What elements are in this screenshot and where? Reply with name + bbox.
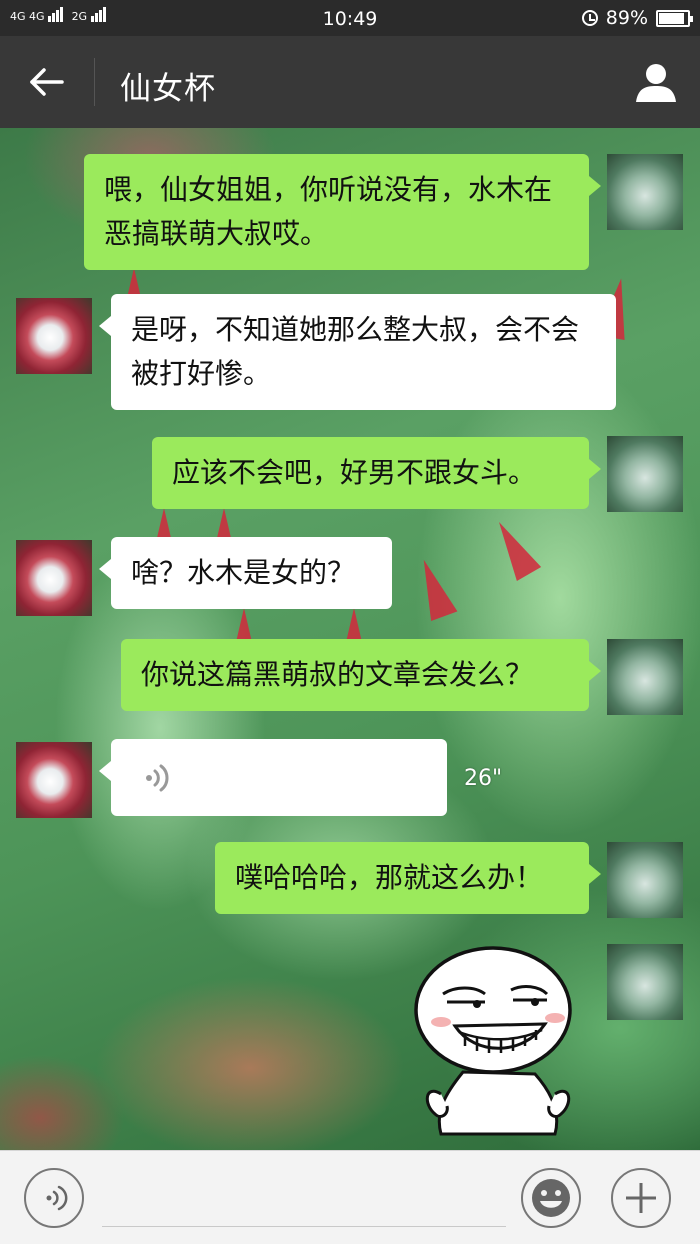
input-bar bbox=[0, 1150, 700, 1244]
voice-wave-icon bbox=[146, 764, 169, 792]
voice-duration: 26" bbox=[464, 766, 503, 791]
contact-avatar[interactable] bbox=[16, 298, 92, 374]
contact-avatar[interactable] bbox=[16, 540, 92, 616]
person-icon bbox=[636, 64, 676, 102]
message-bubble-received[interactable]: 是呀，不知道她那么整大叔，会不会被打好惨。 bbox=[99, 294, 616, 410]
message-bubble-sent[interactable]: 应该不会吧，好男不跟女斗。 bbox=[152, 437, 601, 509]
more-button[interactable] bbox=[611, 1168, 671, 1228]
my-avatar[interactable] bbox=[607, 154, 683, 230]
voice-icon bbox=[46, 1185, 68, 1211]
status-bar: 4G 4G 2G 10:49 89% bbox=[0, 0, 700, 36]
my-avatar[interactable] bbox=[607, 842, 683, 918]
profile-button[interactable] bbox=[634, 60, 678, 104]
emoji-button[interactable] bbox=[521, 1168, 581, 1228]
voice-message-bubble[interactable] bbox=[99, 739, 447, 816]
message-bubble-received[interactable]: 啥？水木是女的？ bbox=[99, 537, 392, 609]
status-right: 89% bbox=[581, 7, 693, 29]
title-bar: 仙女杯 bbox=[0, 36, 700, 128]
voice-input-button[interactable] bbox=[24, 1168, 84, 1228]
battery-percent: 89% bbox=[605, 7, 648, 29]
title-divider bbox=[94, 58, 95, 106]
message-bubble-sent[interactable]: 你说这篇黑萌叔的文章会发么？ bbox=[121, 639, 601, 711]
contact-avatar[interactable] bbox=[16, 742, 92, 818]
chat-title: 仙女杯 bbox=[120, 71, 216, 107]
back-button[interactable] bbox=[20, 60, 74, 104]
message-bubble-sent[interactable]: 喂，仙女姐姐，你听说没有，水木在恶搞联萌大叔哎。 bbox=[84, 154, 601, 270]
bg-spike bbox=[486, 515, 542, 581]
back-arrow-icon bbox=[30, 68, 64, 96]
smirking-face-sticker[interactable] bbox=[405, 944, 585, 1136]
my-avatar[interactable] bbox=[607, 639, 683, 715]
message-bubble-sent[interactable]: 噗哈哈哈，那就这么办！ bbox=[215, 842, 601, 914]
my-avatar[interactable] bbox=[607, 944, 683, 1020]
emoji-icon bbox=[532, 1179, 570, 1217]
alarm-icon bbox=[581, 10, 598, 26]
plus-icon bbox=[626, 1183, 656, 1213]
my-avatar[interactable] bbox=[607, 436, 683, 512]
battery-icon bbox=[656, 9, 693, 27]
message-input[interactable] bbox=[102, 1169, 506, 1227]
bg-spike bbox=[410, 555, 458, 621]
battery-fill bbox=[659, 12, 684, 24]
chat-area[interactable]: 喂，仙女姐姐，你听说没有，水木在恶搞联萌大叔哎。 是呀，不知道她那么整大叔，会不… bbox=[0, 128, 700, 1150]
